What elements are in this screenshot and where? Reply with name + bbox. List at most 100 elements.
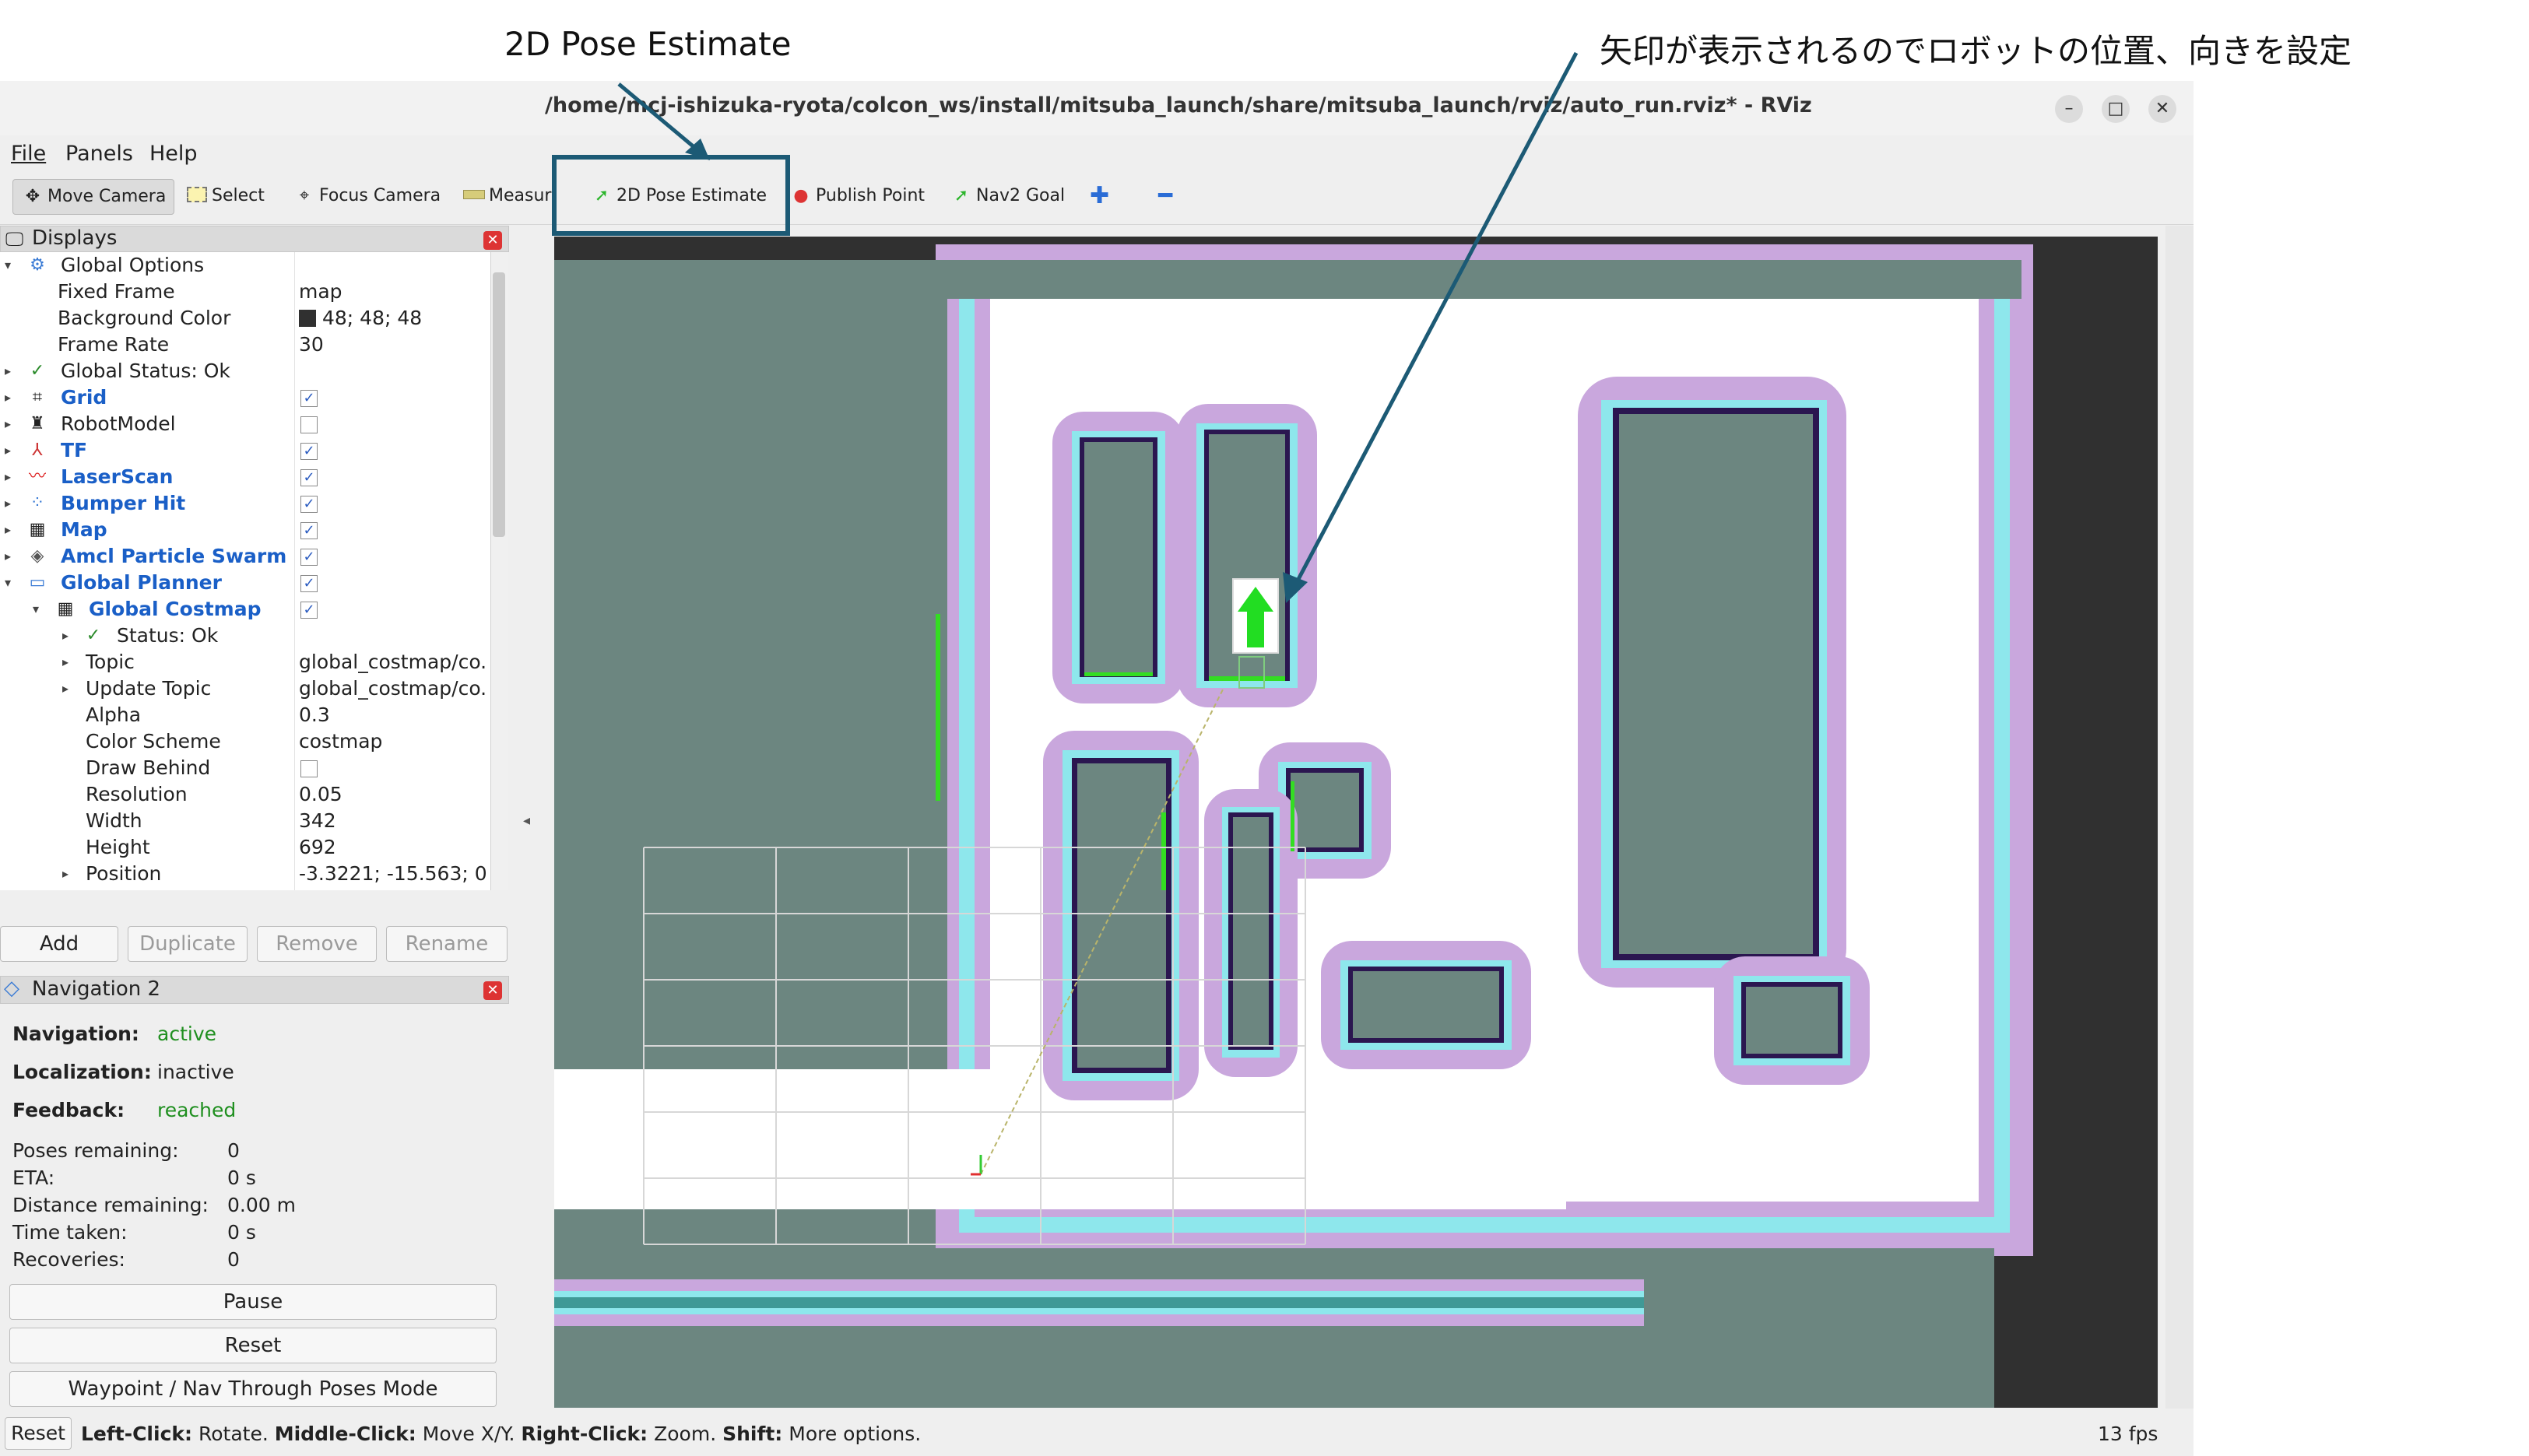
row-value[interactable]: 48; 48; 48 [299,305,422,332]
display-row-grid[interactable]: ▸ ⌗ Grid ✓ [0,384,490,411]
measure-button[interactable]: Measur [462,179,551,213]
row-value[interactable]: costmap [299,728,382,755]
publish-point-button[interactable]: ● Publish Point [789,179,925,213]
planner-checkbox[interactable]: ✓ [300,575,318,592]
collapse-icon[interactable]: ▾ [5,570,17,596]
display-row-laserscan[interactable]: ▸ 〰 LaserScan ✓ [0,464,490,490]
row-value[interactable]: 692 [299,834,336,861]
close-button[interactable]: ✕ [2148,95,2176,123]
menu-file[interactable]: File [11,142,46,166]
map-checkbox[interactable]: ✓ [300,522,318,539]
draw-behind-checkbox[interactable] [300,760,318,777]
remove-button[interactable]: Remove [257,926,377,962]
costmap-checkbox[interactable]: ✓ [300,602,318,619]
expand-icon[interactable]: ▸ [5,464,17,490]
arrow-note-annotation: 矢印が表示されるのでロボットの位置、向きを設定 [1600,32,2352,70]
check-icon: ✓ [30,361,45,381]
display-row-map[interactable]: ▸ ▦ Map ✓ [0,517,490,543]
row-value[interactable]: global_costmap/co. [299,675,486,702]
display-row-resolution[interactable]: Resolution 0.05 [0,781,490,808]
collapse-icon[interactable]: ▾ [5,252,17,279]
feedback-label: Feedback: [12,1099,125,1121]
display-row-draw-behind[interactable]: Draw Behind [0,755,490,781]
amcl-checkbox[interactable]: ✓ [300,549,318,566]
display-row-color-scheme[interactable]: Color Scheme costmap [0,728,490,755]
nav2-goal-button[interactable]: ➚ Nav2 Goal [950,179,1065,213]
focus-camera-button[interactable]: ⌖ Focus Camera [293,179,441,213]
menu-help[interactable]: Help [149,142,198,166]
expand-icon[interactable]: ▸ [62,649,75,675]
display-row-bumper-hit[interactable]: ▸ ⁘ Bumper Hit ✓ [0,490,490,517]
expand-icon[interactable]: ▸ [5,517,17,543]
rename-button[interactable]: Rename [386,926,508,962]
map-viewport[interactable] [554,237,2158,1408]
maximize-button[interactable]: □ [2102,95,2130,123]
bumper-checkbox[interactable]: ✓ [300,496,318,513]
duplicate-button[interactable]: Duplicate [128,926,248,962]
laserscan-checkbox[interactable]: ✓ [300,469,318,486]
move-camera-button[interactable]: ✥ Move Camera [12,179,175,215]
row-value[interactable]: map [299,279,342,305]
expand-icon[interactable]: ▸ [62,675,75,702]
pose-estimate-button[interactable]: ➚ 2D Pose Estimate [590,179,767,213]
expand-icon[interactable]: ▸ [5,490,17,517]
row-value[interactable]: -3.3221; -15.563; 0 [299,861,487,887]
expand-icon[interactable]: ▸ [62,623,75,649]
row-value[interactable]: 30 [299,332,324,358]
display-row-tf[interactable]: ▸ ⅄ TF ✓ [0,437,490,464]
grid-checkbox[interactable]: ✓ [300,390,318,407]
display-row-fixed-frame[interactable]: Fixed Frame map [0,279,490,305]
row-value[interactable]: 0.3 [299,702,330,728]
remove-tool-button[interactable]: ━ [1158,179,1172,213]
waypoint-mode-button[interactable]: Waypoint / Nav Through Poses Mode [9,1371,497,1407]
display-row-global-costmap[interactable]: ▾ ▦ Global Costmap ✓ [0,596,490,623]
menu-panels[interactable]: Panels [65,142,133,166]
select-button[interactable]: Select [185,179,265,213]
expand-icon[interactable]: ▸ [5,437,17,464]
pause-button[interactable]: Pause [9,1284,497,1320]
add-tool-button[interactable]: ✚ [1090,179,1109,213]
display-row-amcl[interactable]: ▸ ◈ Amcl Particle Swarm ✓ [0,543,490,570]
expand-icon[interactable]: ▸ [5,384,17,411]
close-displays-icon[interactable]: ✕ [483,231,502,250]
goal-arrow-icon: ➚ [954,186,969,205]
reset-button[interactable]: Reset [5,1417,72,1450]
expand-icon[interactable]: ▸ [62,861,75,887]
display-row-global-planner[interactable]: ▾ ▭ Global Planner ✓ [0,570,490,596]
close-navigation-icon[interactable]: ✕ [483,981,502,1000]
localization-value: inactive [157,1061,234,1083]
robotmodel-checkbox[interactable] [300,416,318,433]
display-row-status[interactable]: ▸ ✓ Status: Ok [0,623,490,649]
display-row-height[interactable]: Height 692 [0,834,490,861]
display-row-width[interactable]: Width 342 [0,808,490,834]
display-row-global-status[interactable]: ▸ ✓ Global Status: Ok [0,358,490,384]
display-row-global-options[interactable]: ▾ ⚙ Global Options [0,252,490,279]
expand-icon[interactable]: ▸ [5,358,17,384]
navigation-title: Navigation 2 [32,977,161,1001]
expand-icon[interactable]: ▸ [5,543,17,570]
add-button[interactable]: Add [0,926,118,962]
display-row-topic[interactable]: ▸ Topic global_costmap/co. [0,649,490,675]
row-value[interactable]: 342 [299,808,336,834]
display-row-frame-rate[interactable]: Frame Rate 30 [0,332,490,358]
collapse-icon[interactable]: ▾ [33,596,45,623]
fps-counter: 13 fps [2098,1423,2158,1445]
displays-scrollbar[interactable] [490,252,508,890]
reset-nav-button[interactable]: Reset [9,1328,497,1363]
row-value[interactable]: 0.05 [299,781,342,808]
minimize-button[interactable]: – [2055,95,2083,123]
eta-value: 0 s [227,1167,256,1189]
display-row-position[interactable]: ▸ Position -3.3221; -15.563; 0 [0,861,490,887]
display-row-alpha[interactable]: Alpha 0.3 [0,702,490,728]
expand-icon[interactable]: ▸ [5,411,17,437]
tf-checkbox[interactable]: ✓ [300,443,318,460]
row-value[interactable]: global_costmap/co. [299,649,486,675]
hint-middle: Move X/Y. [416,1423,522,1445]
display-row-robotmodel[interactable]: ▸ ♜ RobotModel [0,411,490,437]
left-splitter-handle[interactable]: ◂ [523,812,530,829]
title-bar: /home/mcj-ishizuka-ryota/colcon_ws/insta… [0,81,2194,135]
row-label: Background Color [58,307,231,329]
scroll-thumb[interactable] [493,272,505,537]
display-row-background-color[interactable]: Background Color 48; 48; 48 [0,305,490,332]
display-row-update-topic[interactable]: ▸ Update Topic global_costmap/co. [0,675,490,702]
